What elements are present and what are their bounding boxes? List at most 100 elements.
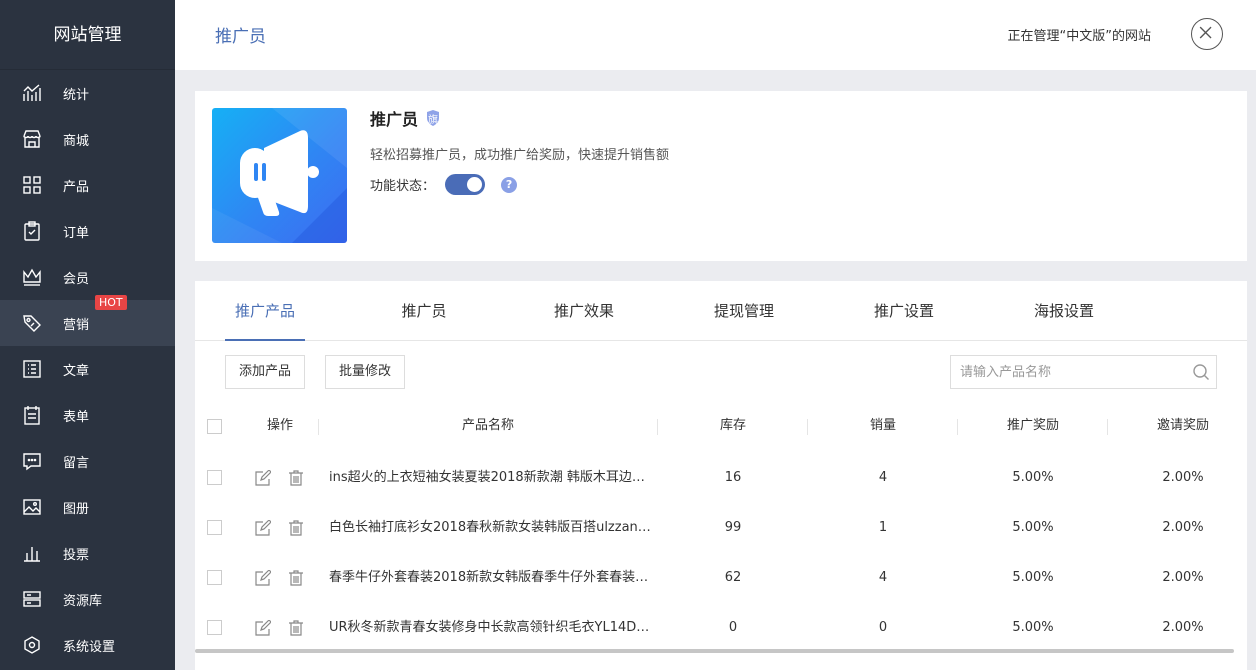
batch-edit-button[interactable]: 批量修改 [325,355,406,389]
app-name: 推广员 [370,110,419,129]
tab-poster[interactable]: 海报设置 [1024,281,1104,341]
clipboard-icon [24,221,40,241]
close-icon [1199,26,1212,39]
tab-promoters[interactable]: 推广员 [394,281,454,341]
column-header-invite: 邀请奖励 [1156,418,1209,433]
settings-icon [24,636,40,654]
edit-icon[interactable] [255,620,271,636]
message-icon [23,453,41,471]
product-name: 春季牛仔外套春装2018新款女韩版春季牛仔外套春装2... [329,570,655,585]
delete-icon[interactable] [288,470,304,486]
row-checkbox[interactable] [207,470,222,485]
main-panel: 推广产品 推广员 推广效果 提现管理 推广设置 海报设置 添加产品 批量修改 操… [195,281,1247,670]
invite-value: 2.00% [1162,570,1204,585]
sales-value: 4 [878,570,888,585]
sidebar-item-label: 留言 [63,455,90,471]
stock-value: 0 [728,620,738,635]
image-icon [23,499,41,515]
app-info-card: 推广员 旗 轻松招募推广员，成功推广给奖励，快速提升销售额 功能状态： ? [195,91,1247,261]
sidebar-item-products[interactable]: 产品 [0,162,175,208]
sidebar-item-label: 营销 [63,317,90,333]
store-icon [23,130,41,148]
list-icon [23,360,41,378]
sidebar-item-gallery[interactable]: 图册 [0,484,175,530]
sidebar-item-label: 图册 [63,501,90,517]
stock-value: 99 [724,520,742,535]
tab-effects[interactable]: 推广效果 [544,281,624,341]
stats-icon [23,84,41,101]
megaphone-icon [212,108,347,243]
row-checkbox[interactable] [207,520,222,535]
sidebar-item-forms[interactable]: 表单 [0,392,175,438]
sidebar-item-stats[interactable]: 统计 [0,70,175,116]
product-name: ins超火的上衣短袖女装夏装2018新款潮 韩版木耳边纯... [329,470,655,485]
crown-icon [23,268,41,286]
tab-withdraw[interactable]: 提现管理 [704,281,784,341]
sidebar-item-label: 表单 [63,409,90,425]
invite-value: 2.00% [1162,470,1204,485]
status-label: 功能状态： [370,179,436,194]
invite-value: 2.00% [1162,620,1204,635]
column-header-actions: 操作 [266,418,293,433]
row-checkbox[interactable] [207,570,222,585]
edit-icon[interactable] [255,570,271,586]
form-icon [24,406,40,425]
sidebar-item-resources[interactable]: 资源库 [0,576,175,622]
table-row: ins超火的上衣短袖女装夏装2018新款潮 韩版木耳边纯... 16 4 5.0… [195,453,1247,503]
delete-icon[interactable] [288,570,304,586]
sidebar-item-store[interactable]: 商城 [0,116,175,162]
close-button[interactable] [1191,18,1223,50]
row-checkbox[interactable] [207,620,222,635]
select-all-checkbox[interactable] [207,419,222,434]
column-header-reward: 推广奖励 [1006,418,1059,433]
sidebar-item-articles[interactable]: 文章 [0,346,175,392]
sales-value: 4 [878,470,888,485]
top-header: 推广员 正在管理“中文版”的网站 [175,0,1256,70]
search-icon[interactable] [1192,363,1210,381]
page-title: 推广员 [215,27,266,47]
edit-icon[interactable] [255,470,271,486]
column-header-sales: 销量 [869,418,896,433]
sidebar-item-settings[interactable]: 系统设置 [0,622,175,668]
grid-icon [23,176,41,194]
stock-value: 16 [724,470,742,485]
sidebar-item-messages[interactable]: 留言 [0,438,175,484]
sidebar-item-marketing[interactable]: 营销 HOT [0,295,175,346]
sidebar-item-orders[interactable]: 订单 [0,208,175,254]
sidebar-item-label: 资源库 [63,593,103,609]
sidebar-item-label: 文章 [63,363,90,379]
product-name: UR秋冬新款青春女装修身中长款高领针织毛衣YL14D4... [329,620,655,635]
tab-settings[interactable]: 推广设置 [864,281,944,341]
search-input[interactable] [951,356,1181,388]
reward-value: 5.00% [1012,470,1054,485]
delete-icon[interactable] [288,620,304,636]
sidebar: 网站管理 统计 商城 产品 订单 会员 营销 HOT 文章 表单 留言 图册 投… [0,0,175,670]
sidebar-item-label: 统计 [63,87,90,103]
column-header-name: 产品名称 [461,418,514,433]
column-header-stock: 库存 [719,418,746,433]
add-product-button[interactable]: 添加产品 [225,355,306,389]
table-row: UR秋冬新款青春女装修身中长款高领针织毛衣YL14D4... 0 0 5.00%… [195,603,1247,653]
managing-site-text: 正在管理“中文版”的网站 [1007,29,1151,44]
table-row: 春季牛仔外套春装2018新款女韩版春季牛仔外套春装2... 62 4 5.00%… [195,553,1247,603]
stock-value: 62 [724,570,742,585]
reward-value: 5.00% [1012,520,1054,535]
product-name: 白色长袖打底衫女2018春秋新款女装韩版百搭ulzzang... [329,520,655,535]
sidebar-item-label: 会员 [63,271,90,287]
sales-value: 0 [878,620,888,635]
tab-products[interactable]: 推广产品 [225,281,305,341]
sidebar-title: 网站管理 [0,0,175,70]
feature-toggle[interactable] [445,174,486,195]
sidebar-item-label: 产品 [63,179,90,195]
sidebar-item-members[interactable]: 会员 [0,254,175,300]
invite-value: 2.00% [1162,520,1204,535]
sales-value: 1 [878,520,888,535]
search-box [950,355,1217,389]
horizontal-scrollbar[interactable] [195,649,1234,653]
delete-icon[interactable] [288,520,304,536]
help-icon[interactable]: ? [501,176,518,193]
sidebar-item-vote[interactable]: 投票 [0,530,175,576]
app-description: 轻松招募推广员，成功推广给奖励，快速提升销售额 [370,148,670,163]
table-row: 白色长袖打底衫女2018春秋新款女装韩版百搭ulzzang... 99 1 5.… [195,503,1247,553]
edit-icon[interactable] [255,520,271,536]
